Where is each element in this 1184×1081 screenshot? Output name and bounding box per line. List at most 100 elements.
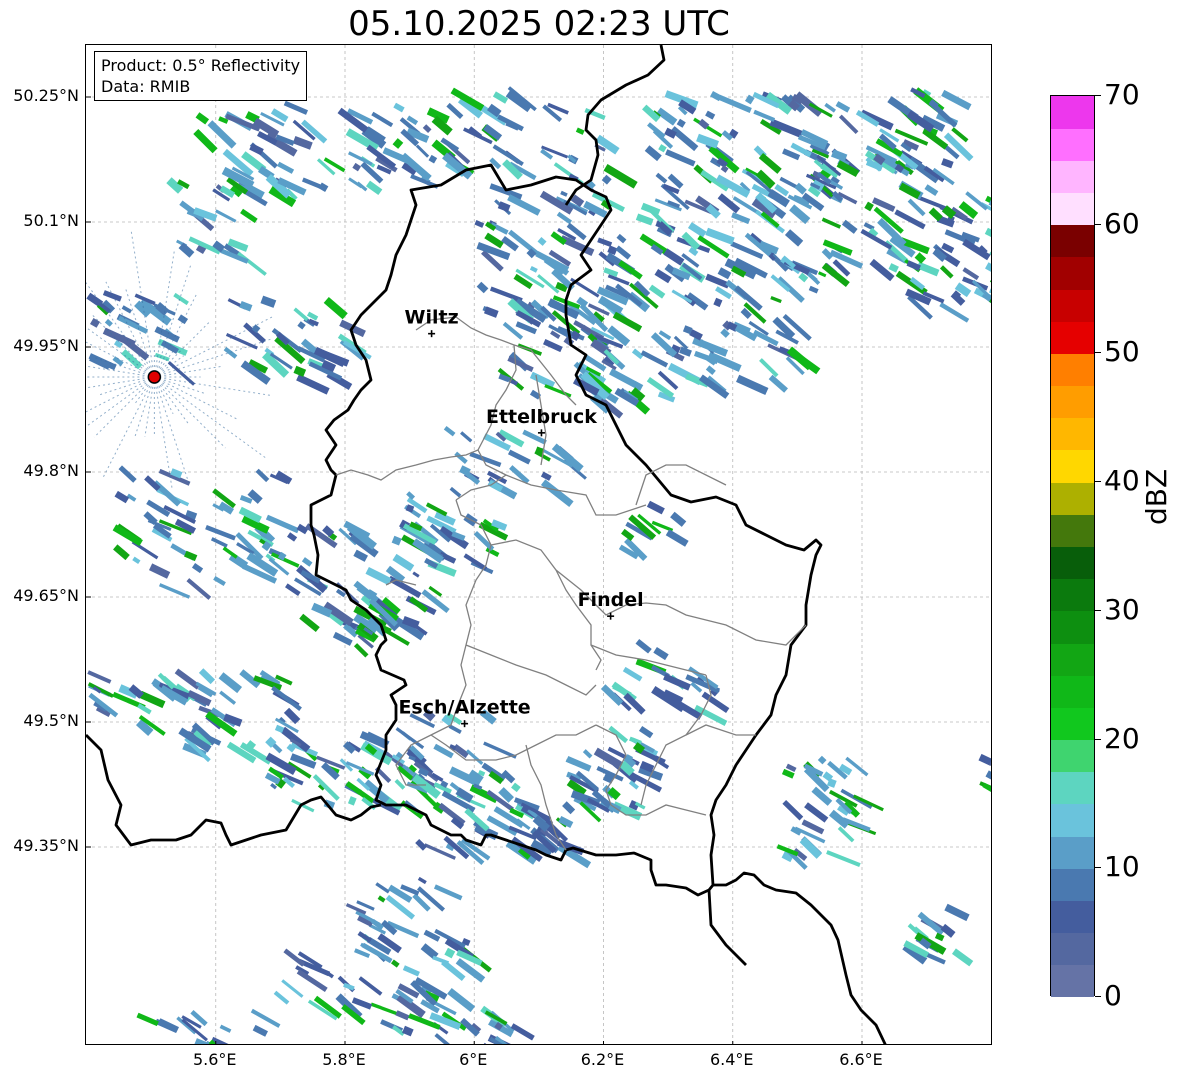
colorbar-tick-label: 30 — [1104, 592, 1140, 626]
echo-cell — [237, 251, 267, 276]
echo-cell — [250, 1008, 281, 1028]
radar-site-marker — [147, 370, 162, 384]
colorbar-tick-label: 0 — [1104, 979, 1122, 1012]
echo-cell — [158, 583, 191, 599]
echo-cell — [670, 126, 699, 152]
echo-cell — [271, 685, 302, 712]
colorbar-segment — [1051, 514, 1094, 547]
colorbar-segment — [1051, 868, 1094, 901]
echo-cell — [824, 102, 836, 113]
echo-cell — [808, 285, 819, 294]
echo-cell — [454, 451, 468, 464]
echo-cell — [540, 471, 552, 481]
echo-cell — [687, 222, 707, 238]
city-label: Esch/Alzette — [398, 697, 530, 719]
echo-cell — [465, 749, 484, 766]
clutter-ray — [154, 376, 226, 449]
echo-cell — [191, 563, 204, 574]
echo-cell — [218, 672, 243, 694]
colorbar-segment — [1051, 707, 1094, 741]
echo-cell — [434, 1033, 465, 1044]
clutter-ray — [93, 376, 155, 438]
echo-cell — [717, 267, 732, 280]
echo-cell — [811, 786, 833, 806]
echo-cell — [786, 346, 814, 371]
echo-cell — [265, 514, 300, 534]
echo-cell — [428, 154, 438, 164]
latitude-label: 49.95°N — [13, 336, 79, 355]
radar-echoes — [86, 86, 991, 1044]
clutter-ray — [153, 376, 190, 425]
echo-cell — [562, 801, 576, 815]
city-label: Ettelbruck — [486, 406, 597, 428]
echo-cell — [638, 726, 654, 739]
echo-cell — [629, 736, 642, 745]
echo-cell — [283, 100, 309, 115]
echo-cell — [597, 237, 613, 247]
echo-cell — [770, 296, 782, 304]
latitude-label: 50.25°N — [13, 86, 79, 105]
colorbar-tick — [1095, 867, 1101, 869]
echo-cell — [603, 163, 638, 189]
echo-cell — [412, 571, 420, 578]
echo-cell — [784, 229, 804, 247]
product-label: Product: 0.5° Reflectivity — [101, 56, 301, 75]
echo-cell — [296, 523, 309, 535]
echo-cell — [510, 1023, 535, 1041]
echo-cell — [239, 301, 253, 312]
echo-cell — [864, 201, 874, 212]
echo-cell — [387, 575, 422, 599]
echo-cell — [635, 213, 654, 226]
echo-cell — [635, 639, 652, 654]
echo-cell — [132, 556, 141, 565]
latitude-label: 50.1°N — [23, 211, 79, 230]
colorbar-segment — [1051, 610, 1094, 644]
echo-cell — [559, 235, 595, 257]
echo-cell — [665, 529, 689, 547]
echo-cell — [705, 110, 716, 120]
colorbar-segment — [1051, 353, 1094, 387]
echo-cell — [392, 138, 404, 149]
echo-cell — [449, 486, 462, 498]
colorbar-tick — [1095, 352, 1101, 354]
echo-cell — [347, 151, 373, 166]
echo-cell — [415, 144, 430, 158]
echo-cell — [818, 271, 827, 278]
echo-cell — [215, 209, 237, 223]
echo-cell — [492, 91, 509, 104]
latitude-label: 49.5°N — [23, 711, 79, 730]
echo-cell — [219, 690, 237, 705]
echo-cell — [924, 184, 939, 197]
colorbar-segment — [1051, 836, 1094, 869]
echo-cell — [406, 491, 416, 500]
echo-cell — [443, 426, 456, 437]
echo-cell — [944, 903, 970, 922]
echo-cell — [941, 89, 972, 111]
echo-cell — [121, 305, 133, 314]
clutter-ray — [86, 376, 155, 428]
echo-cell — [622, 666, 643, 682]
echo-cell — [283, 948, 306, 967]
echo-cell — [989, 275, 991, 286]
colorbar-segment — [1051, 224, 1094, 258]
echo-cell — [529, 266, 538, 273]
echo-cell — [357, 931, 372, 943]
echo-cell — [658, 144, 667, 153]
colorbar-segment — [1051, 964, 1094, 998]
colorbar-segment — [1051, 256, 1094, 290]
echo-cell — [720, 328, 730, 338]
echo-cell — [618, 260, 643, 280]
echo-cell — [540, 479, 574, 507]
echo-cell — [826, 850, 861, 868]
colorbar — [1050, 95, 1095, 998]
echo-cell — [402, 965, 420, 977]
echo-cell — [193, 129, 218, 154]
clutter-ray — [86, 376, 155, 413]
clutter-ray — [91, 313, 155, 378]
colorbar-tick-label: 60 — [1104, 206, 1140, 240]
echo-cell — [670, 511, 687, 527]
echo-cell — [609, 368, 644, 391]
echo-cell — [653, 647, 669, 661]
colorbar-tick — [1095, 609, 1101, 611]
echo-cell — [507, 194, 541, 216]
